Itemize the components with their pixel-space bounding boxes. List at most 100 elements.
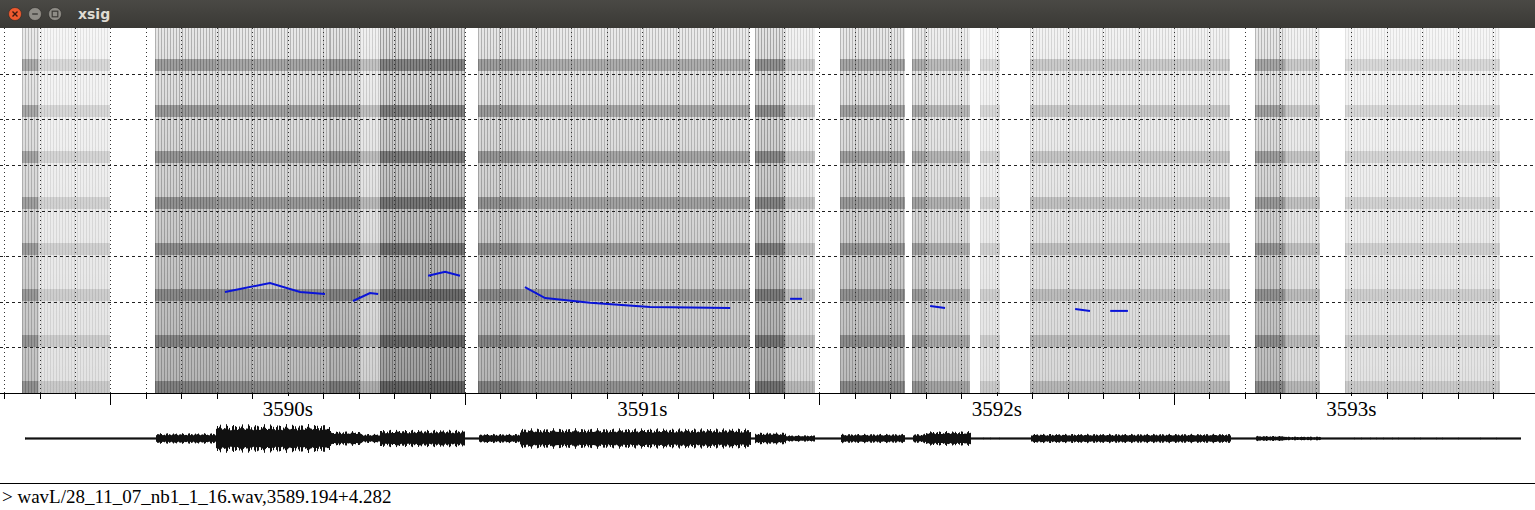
energy-segment: [155, 28, 215, 393]
axis-tick: [607, 394, 608, 399]
grid-line: [394, 28, 395, 393]
grid-line: [0, 119, 1535, 120]
grid-line: [536, 28, 537, 393]
grid-line: [181, 28, 182, 393]
energy-segment: [980, 28, 1000, 393]
axis-tick: [252, 394, 253, 399]
axis-tick: [40, 394, 41, 399]
axis-tick: [784, 394, 785, 399]
grid-line: [784, 28, 785, 393]
energy-segment: [520, 28, 750, 393]
close-glyph: [13, 12, 18, 17]
grid-line: [1387, 28, 1388, 393]
tick-label: 3591s: [615, 396, 669, 422]
maximize-icon-bg: [49, 8, 62, 21]
axis-tick: [181, 394, 182, 399]
minimize-icon[interactable]: [28, 7, 42, 21]
axis-tick: [890, 394, 891, 399]
grid-line: [1139, 28, 1140, 393]
energy-segment: [785, 28, 815, 393]
command-text[interactable]: > wavL/28_11_07_nb1_1_16.wav,3589.194+4.…: [2, 486, 391, 508]
energy-segment: [925, 28, 970, 393]
grid-line: [323, 28, 324, 393]
axis-tick: [75, 394, 76, 399]
time-axis: 3590s3591s3592s3593s: [0, 394, 1535, 484]
grid-line: [961, 28, 962, 393]
pitch-track: [790, 298, 802, 300]
axis-tick: [1493, 394, 1494, 399]
grid-line: [430, 28, 431, 393]
axis-tick: [323, 394, 324, 399]
axis-tick: [359, 394, 360, 399]
grid-line: [217, 28, 218, 393]
minimize-icon-bg: [29, 8, 42, 21]
energy-segment: [330, 28, 360, 393]
grid-line: [713, 28, 714, 393]
grid-line: [819, 28, 820, 393]
grid-line: [890, 28, 891, 393]
grid-line: [642, 28, 643, 393]
axis-tick: [1245, 394, 1246, 399]
grid-line: [855, 28, 856, 393]
grid-line: [1316, 28, 1317, 393]
energy-segment: [215, 28, 330, 393]
pitch-track: [930, 306, 945, 308]
pitch-track: [225, 283, 325, 294]
axis-tick: [819, 394, 820, 405]
grid-line: [1245, 28, 1246, 393]
status-line[interactable]: > wavL/28_11_07_nb1_1_16.wav,3589.194+4.…: [0, 484, 1535, 510]
grid-line: [997, 28, 998, 393]
grid-line: [465, 28, 466, 393]
waveform[interactable]: [0, 394, 1535, 483]
axis-tick: [394, 394, 395, 399]
tick-label: 3592s: [970, 396, 1024, 422]
energy-segment: [360, 28, 380, 393]
grid-line: [359, 28, 360, 393]
grid-line: [926, 28, 927, 393]
axis-tick: [1280, 394, 1281, 399]
tick-label: 3593s: [1324, 396, 1378, 422]
axis-tick: [1316, 394, 1317, 399]
window-title: xsig: [78, 5, 110, 23]
energy-segment: [840, 28, 905, 393]
waveform-trace: [26, 424, 1521, 453]
grid-line: [1351, 28, 1352, 393]
energy-segment: [1255, 28, 1285, 393]
axis-tick: [1032, 394, 1033, 399]
grid-line: [4, 28, 5, 393]
axis-tick: [749, 394, 750, 399]
axis-tick: [217, 394, 218, 399]
grid-line: [1458, 28, 1459, 393]
pitch-track: [428, 272, 460, 276]
pitch-track: [353, 293, 378, 301]
axis-tick: [1209, 394, 1210, 399]
grid-line: [1209, 28, 1210, 393]
maximize-icon[interactable]: [48, 7, 62, 21]
grid-overlay: [0, 28, 1535, 393]
axis-tick: [926, 394, 927, 399]
grid-line: [1493, 28, 1494, 393]
grid-line: [1032, 28, 1033, 393]
grid-line: [0, 165, 1535, 166]
grid-line: [0, 211, 1535, 212]
grid-line: [40, 28, 41, 393]
axis-tick: [571, 394, 572, 399]
axis-tick: [1174, 394, 1175, 405]
spectrogram[interactable]: [0, 28, 1535, 394]
energy-segment: [755, 28, 785, 393]
grid-line: [0, 302, 1535, 303]
close-icon[interactable]: [8, 7, 22, 21]
grid-line: [1422, 28, 1423, 393]
axis-tick: [146, 394, 147, 399]
axis-tick: [110, 394, 111, 405]
min-glyph: [32, 13, 38, 14]
energy-segment: [380, 28, 465, 393]
grid-line: [146, 28, 147, 393]
grid-line: [607, 28, 608, 393]
energy-segment: [912, 28, 925, 393]
axis-tick: [465, 394, 466, 405]
pitch-track: [525, 287, 730, 308]
energy-segment: [1030, 28, 1230, 393]
axis-tick: [1068, 394, 1069, 399]
grid-line: [1103, 28, 1104, 393]
